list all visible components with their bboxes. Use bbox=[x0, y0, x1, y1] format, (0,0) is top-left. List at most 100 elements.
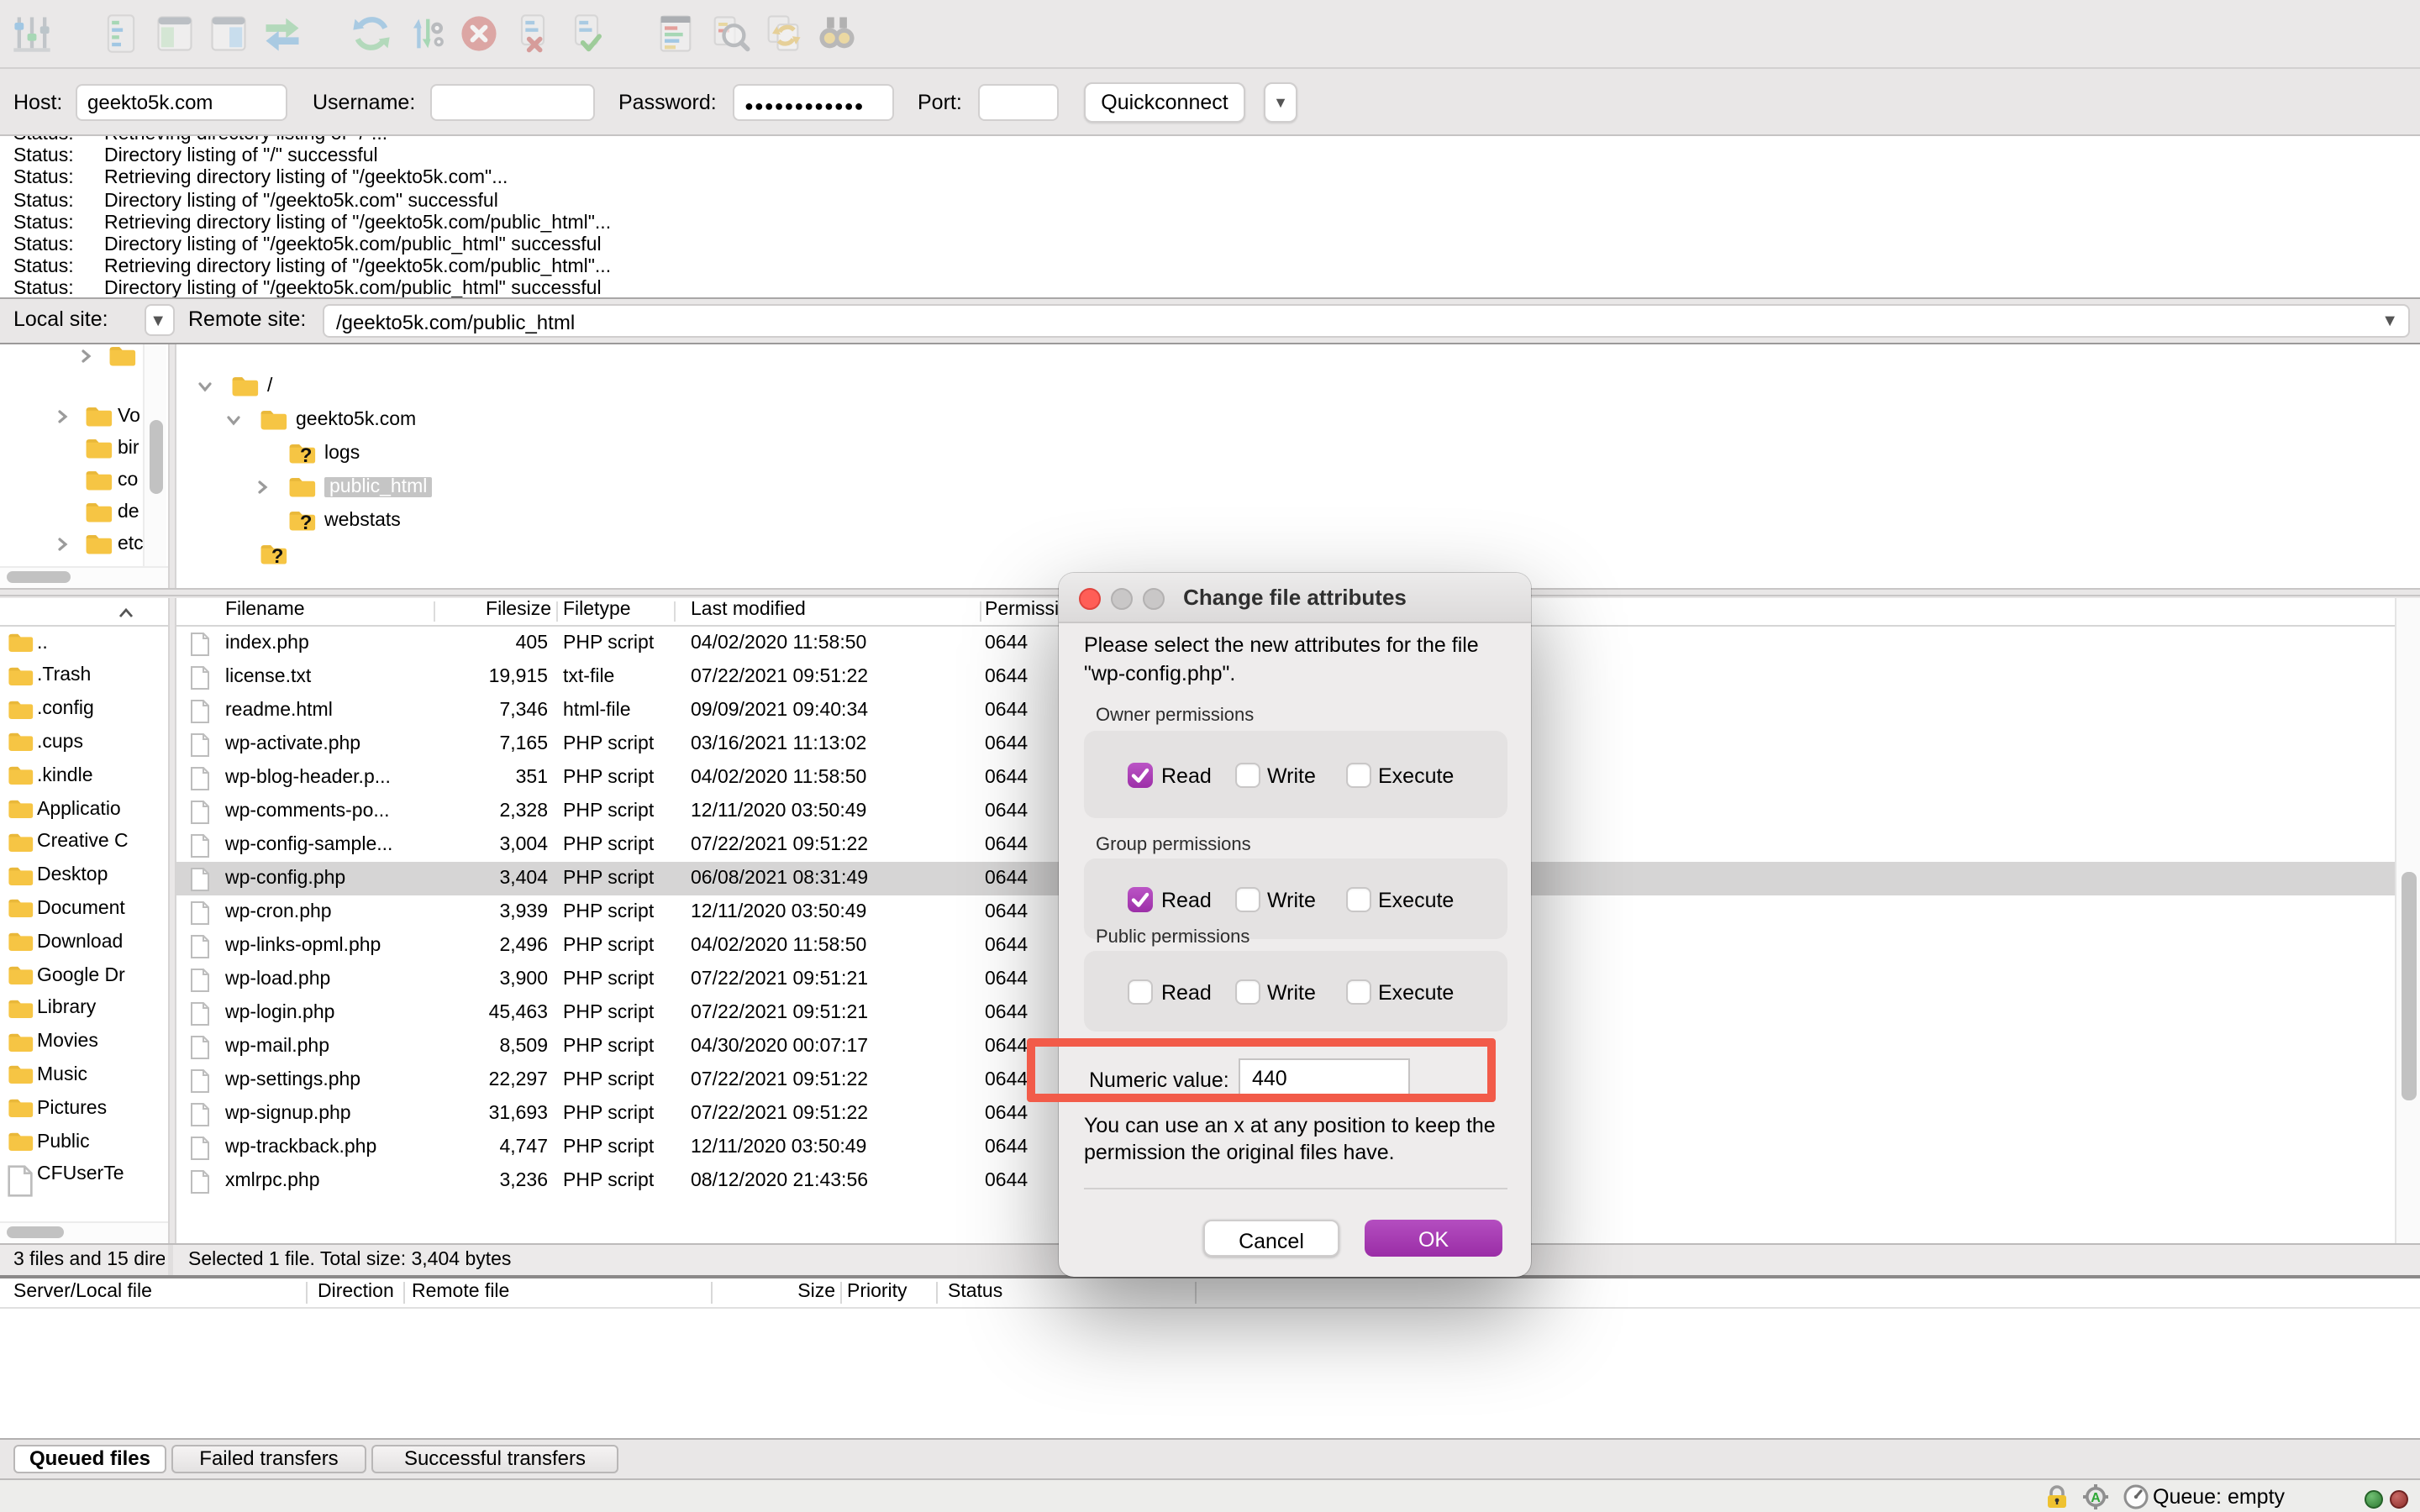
column-divider[interactable] bbox=[674, 601, 676, 622]
remote-file-column-header[interactable]: Remote file bbox=[412, 1282, 509, 1302]
column-divider[interactable] bbox=[980, 601, 981, 622]
local-file-row[interactable]: .config bbox=[0, 693, 168, 727]
remote-list-vscrollbar[interactable] bbox=[2395, 598, 2420, 1243]
local-file-list[interactable]: .. .Trash .config .cups .kindle Applicat… bbox=[0, 598, 170, 1243]
transfer-queue[interactable]: Server/Local file Direction Remote file Siz… bbox=[0, 1278, 2420, 1438]
quickconnect-button[interactable]: Quickconnect bbox=[1084, 82, 1245, 123]
tab-failed-transfers[interactable]: Failed transfers bbox=[171, 1445, 366, 1473]
server-local-file-column-header[interactable]: Server/Local file bbox=[13, 1282, 152, 1302]
remote-site-combo[interactable]: /geekto5k.com/public_html ▼ bbox=[323, 304, 2410, 338]
synchronized-browsing-icon[interactable] bbox=[761, 12, 805, 55]
owner-write-checkbox[interactable] bbox=[1235, 763, 1260, 788]
tree-row-public-html[interactable]: public_html bbox=[176, 470, 2420, 504]
last-modified-column-header[interactable]: Last modified bbox=[691, 600, 806, 620]
tree-row-logs[interactable]: ? logs bbox=[176, 437, 2420, 470]
local-file-row[interactable]: Applicatio bbox=[0, 793, 168, 827]
priority-column-header[interactable]: Priority bbox=[847, 1282, 908, 1302]
public-read-checkbox[interactable] bbox=[1128, 979, 1153, 1005]
column-divider[interactable] bbox=[840, 1282, 842, 1304]
password-input[interactable] bbox=[733, 84, 894, 121]
filesize-column-header[interactable]: Filesize bbox=[434, 600, 551, 620]
public-execute-checkbox[interactable] bbox=[1346, 979, 1371, 1005]
site-manager-icon[interactable] bbox=[10, 12, 54, 55]
queue-header[interactable]: Server/Local file Direction Remote file Siz… bbox=[0, 1278, 2420, 1309]
ok-button[interactable]: OK bbox=[1365, 1220, 1502, 1257]
tab-queued-files[interactable]: Queued files bbox=[13, 1445, 166, 1473]
owner-read-checkbox[interactable] bbox=[1128, 763, 1153, 788]
local-list-header[interactable] bbox=[0, 598, 168, 627]
port-input[interactable] bbox=[978, 84, 1059, 121]
cancel-button[interactable]: Cancel bbox=[1203, 1220, 1339, 1257]
group-execute-checkbox[interactable] bbox=[1346, 887, 1371, 912]
chevron-right-icon[interactable] bbox=[254, 479, 271, 496]
reconnect-icon[interactable] bbox=[565, 12, 608, 55]
scrollbar-thumb[interactable] bbox=[2401, 872, 2416, 1100]
size-column-header[interactable]: Size bbox=[756, 1282, 835, 1302]
local-file-row[interactable]: .kindle bbox=[0, 759, 168, 793]
local-file-row[interactable]: Desktop bbox=[0, 859, 168, 893]
message-log-icon[interactable] bbox=[99, 12, 143, 55]
local-tree-icon[interactable] bbox=[153, 12, 197, 55]
tree-row--[interactable]: / bbox=[176, 370, 2420, 403]
public-write-checkbox[interactable] bbox=[1235, 979, 1260, 1005]
local-tree-pane[interactable]: Vo bir co de etc ho bbox=[0, 344, 170, 588]
process-queue-icon[interactable] bbox=[403, 12, 447, 55]
local-file-row[interactable]: Google Dr bbox=[0, 959, 168, 993]
remote-tree-pane[interactable]: / geekto5k.com ? logs public_html ? websta… bbox=[175, 344, 2420, 588]
local-file-row[interactable]: CFUserTe bbox=[0, 1159, 168, 1197]
local-file-row[interactable]: Creative C bbox=[0, 827, 168, 860]
local-file-row[interactable]: Music bbox=[0, 1059, 168, 1093]
local-list-hscrollbar[interactable] bbox=[0, 1221, 168, 1243]
disconnect-icon[interactable] bbox=[511, 12, 555, 55]
column-divider[interactable] bbox=[306, 1282, 308, 1304]
column-divider[interactable] bbox=[936, 1282, 938, 1304]
local-file-row[interactable]: Download bbox=[0, 926, 168, 959]
local-tree-vscrollbar[interactable] bbox=[143, 344, 166, 568]
find-files-icon[interactable] bbox=[815, 12, 859, 55]
status-column-header[interactable]: Status bbox=[948, 1282, 1002, 1302]
speed-gauge-icon[interactable] bbox=[2123, 1483, 2149, 1510]
direction-column-header[interactable]: Direction bbox=[318, 1282, 394, 1302]
scrollbar-thumb[interactable] bbox=[149, 420, 162, 494]
remote-tree-icon[interactable] bbox=[207, 12, 250, 55]
group-write-checkbox[interactable] bbox=[1235, 887, 1260, 912]
quickconnect-dropdown-button[interactable]: ▼ bbox=[1264, 82, 1297, 123]
group-read-checkbox[interactable] bbox=[1128, 887, 1153, 912]
local-file-row[interactable]: Pictures bbox=[0, 1092, 168, 1126]
transfer-queue-icon[interactable] bbox=[260, 12, 304, 55]
column-divider[interactable] bbox=[403, 1282, 405, 1304]
lock-icon[interactable] bbox=[2044, 1483, 2070, 1510]
chevron-right-icon[interactable] bbox=[54, 536, 71, 553]
chevron-right-icon[interactable] bbox=[77, 348, 94, 365]
chevron-right-icon[interactable] bbox=[54, 408, 71, 425]
tree-row[interactable]: ? bbox=[176, 538, 2420, 571]
dialog-title-bar[interactable]: Change file attributes bbox=[1059, 573, 1531, 623]
tree-row-webstats[interactable]: ? webstats bbox=[176, 504, 2420, 538]
directory-comparison-icon[interactable] bbox=[654, 12, 697, 55]
tree-row-geekto5k-com[interactable]: geekto5k.com bbox=[176, 403, 2420, 437]
local-file-row[interactable]: .. bbox=[0, 627, 168, 660]
local-file-row[interactable]: Document bbox=[0, 893, 168, 927]
local-file-row[interactable]: Library bbox=[0, 993, 168, 1026]
message-log[interactable]: Status: Retrieving directory listing of "… bbox=[0, 136, 2420, 299]
local-file-row[interactable]: .Trash bbox=[0, 660, 168, 694]
chevron-down-icon[interactable] bbox=[197, 378, 213, 395]
username-input[interactable] bbox=[430, 84, 595, 121]
filename-column-header[interactable]: Filename bbox=[225, 600, 305, 620]
column-divider[interactable] bbox=[1195, 1282, 1197, 1304]
scrollbar-thumb[interactable] bbox=[7, 1226, 64, 1238]
refresh-icon[interactable] bbox=[350, 12, 393, 55]
column-divider[interactable] bbox=[711, 1282, 713, 1304]
scrollbar-thumb[interactable] bbox=[7, 571, 71, 583]
column-divider[interactable] bbox=[556, 601, 558, 622]
cancel-icon[interactable] bbox=[457, 12, 501, 55]
chevron-down-icon[interactable] bbox=[225, 412, 242, 428]
file-search-icon[interactable] bbox=[708, 12, 751, 55]
tab-successful-transfers[interactable]: Successful transfers bbox=[371, 1445, 618, 1473]
local-file-row[interactable]: Movies bbox=[0, 1026, 168, 1059]
gear-auto-icon[interactable]: A bbox=[2083, 1483, 2110, 1510]
host-input[interactable] bbox=[76, 84, 287, 121]
owner-execute-checkbox[interactable] bbox=[1346, 763, 1371, 788]
local-file-row[interactable]: Public bbox=[0, 1126, 168, 1159]
local-site-combo[interactable]: ▼ bbox=[145, 304, 175, 336]
